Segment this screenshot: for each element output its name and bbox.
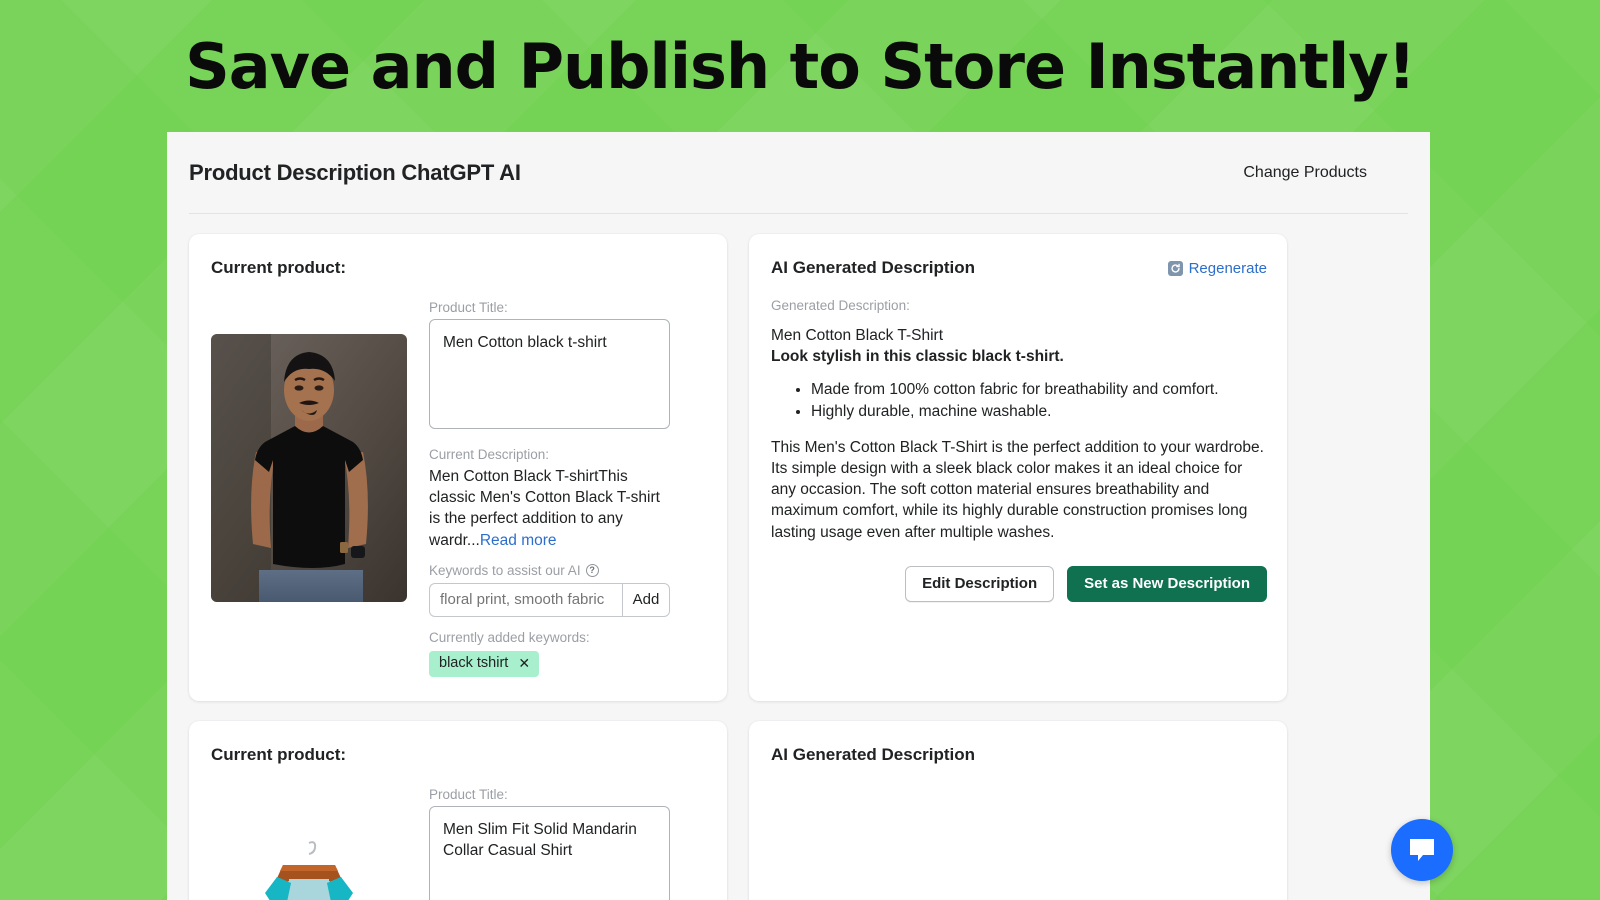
regenerate-button[interactable]: Regenerate — [1168, 260, 1267, 277]
question-mark-icon[interactable]: ? — [586, 564, 599, 577]
cards-area: Current product: — [167, 214, 1430, 900]
current-product-heading: Current product: — [211, 258, 707, 278]
product-title-input[interactable] — [429, 806, 670, 900]
chat-widget-button[interactable] — [1391, 819, 1453, 881]
keywords-label-text: Keywords to assist our AI — [429, 563, 581, 578]
ai-card-header: AI Generated Description Regenerate — [771, 258, 1267, 278]
app-window: Product Description ChatGPT AI Change Pr… — [167, 132, 1430, 900]
promo-headline: Save and Publish to Store Instantly! — [185, 30, 1415, 103]
ai-card-header: AI Generated Description — [771, 745, 1267, 765]
generated-bullet-list: Made from 100% cotton fabric for breatha… — [811, 379, 1267, 424]
currently-added-keywords-label: Currently added keywords: — [429, 630, 707, 645]
product-photo-striped-shirt — [211, 821, 407, 900]
product-row: Current product: — [189, 234, 1408, 701]
list-item: Highly durable, machine washable. — [811, 401, 1267, 423]
keyword-chip: black tshirt ✕ — [429, 651, 539, 677]
product-title-label: Product Title: — [429, 787, 707, 802]
current-description-label: Current Description: — [429, 447, 707, 462]
generated-tagline: Look stylish in this classic black t-shi… — [771, 347, 1267, 368]
ai-description-heading: AI Generated Description — [771, 258, 975, 278]
product-row: Current product: — [189, 721, 1408, 900]
chat-bubble-icon — [1407, 836, 1437, 864]
read-more-link[interactable]: Read more — [480, 532, 557, 549]
keywords-label: Keywords to assist our AI ? — [429, 563, 707, 578]
ai-description-heading: AI Generated Description — [771, 745, 975, 765]
keywords-input[interactable] — [429, 583, 622, 617]
ai-generated-description-card: AI Generated Description — [749, 721, 1287, 900]
product-title-label: Product Title: — [429, 300, 707, 315]
generated-product-name: Men Cotton Black T-Shirt — [771, 326, 1267, 347]
product-fields: Product Title: Current Description: Men … — [429, 296, 707, 677]
app-header: Product Description ChatGPT AI Change Pr… — [167, 132, 1430, 186]
current-description-text: Men Cotton Black T-shirtThis classic Men… — [429, 466, 672, 551]
product-body: Product Title: — [211, 783, 707, 900]
current-product-card: Current product: — [189, 234, 727, 701]
product-image — [211, 334, 407, 602]
current-product-card: Current product: — [189, 721, 727, 900]
refresh-icon — [1168, 261, 1183, 276]
product-image — [211, 821, 407, 900]
regenerate-label: Regenerate — [1189, 260, 1267, 277]
generated-description-label: Generated Description: — [771, 298, 1267, 313]
add-keyword-button[interactable]: Add — [622, 583, 670, 617]
keyword-chip-label: black tshirt — [439, 655, 508, 671]
product-photo-tshirt-model — [211, 334, 407, 602]
list-item: Made from 100% cotton fabric for breatha… — [811, 379, 1267, 401]
product-body: Product Title: Current Description: Men … — [211, 296, 707, 677]
generated-paragraph: This Men's Cotton Black T-Shirt is the p… — [771, 437, 1267, 543]
keywords-input-row: Add — [429, 583, 707, 617]
promo-banner: Save and Publish to Store Instantly! — [0, 0, 1600, 132]
set-as-new-description-button[interactable]: Set as New Description — [1067, 566, 1267, 602]
edit-description-button[interactable]: Edit Description — [905, 566, 1054, 602]
product-fields: Product Title: — [429, 783, 707, 900]
ai-generated-description-card: AI Generated Description Regenerate Gene… — [749, 234, 1287, 701]
keyword-chip-list: black tshirt ✕ — [429, 651, 707, 677]
generated-description-body: Men Cotton Black T-Shirt Look stylish in… — [771, 326, 1267, 543]
product-title-input[interactable] — [429, 319, 670, 429]
close-icon[interactable]: ✕ — [518, 655, 530, 672]
change-products-button[interactable]: Change Products — [1243, 164, 1410, 182]
ai-action-buttons: Edit Description Set as New Description — [771, 566, 1267, 602]
current-product-heading: Current product: — [211, 745, 707, 765]
page-title: Product Description ChatGPT AI — [189, 160, 521, 186]
